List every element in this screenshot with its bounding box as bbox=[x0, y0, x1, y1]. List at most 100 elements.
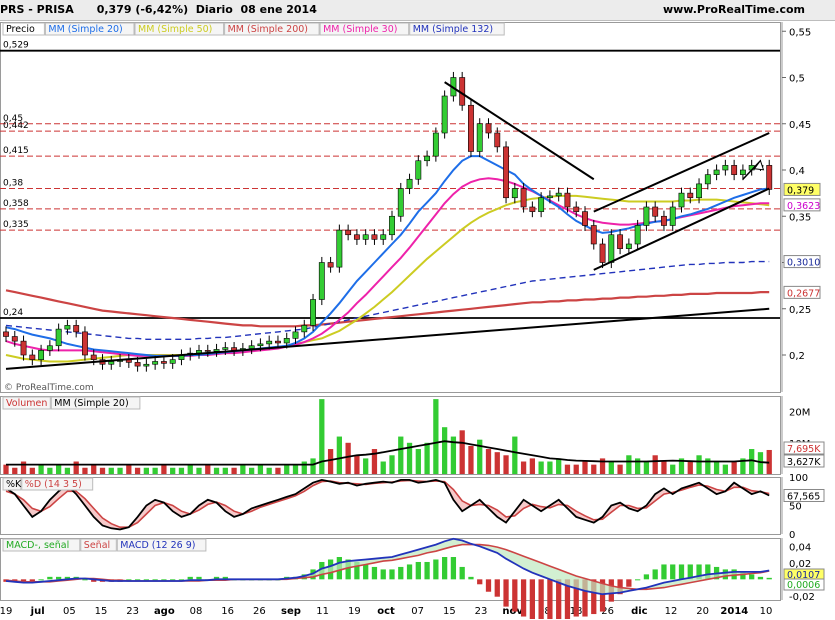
candle-body bbox=[55, 328, 62, 347]
macd-histogram-bar bbox=[415, 561, 421, 580]
volume-bar bbox=[213, 467, 220, 474]
macd-y-tick-label: 0,04 bbox=[789, 542, 811, 553]
volume-bar bbox=[626, 455, 632, 474]
candle-body bbox=[292, 331, 299, 339]
volume-bar bbox=[29, 467, 35, 474]
candle-body bbox=[555, 192, 562, 197]
candle-body bbox=[213, 349, 220, 352]
x-tick-label: 19 bbox=[0, 606, 12, 617]
macd-histogram-bar bbox=[406, 564, 413, 580]
legend-entry: MM (Simple 20) bbox=[48, 24, 122, 35]
volume-bar bbox=[564, 464, 571, 474]
volume-bar bbox=[126, 464, 132, 474]
volume-bar bbox=[117, 467, 123, 474]
volume-bar bbox=[134, 467, 141, 474]
candle-body bbox=[46, 345, 53, 351]
candle-body bbox=[38, 350, 45, 360]
level-label: 0,529 bbox=[3, 41, 29, 51]
volume-bar bbox=[389, 455, 395, 474]
candle-body bbox=[152, 361, 159, 365]
macd-y-tick-label: 0,02 bbox=[789, 559, 811, 570]
candle-body bbox=[476, 123, 483, 152]
volume-bar bbox=[556, 458, 562, 474]
candle-body bbox=[529, 206, 536, 212]
candle-body bbox=[73, 325, 80, 333]
macd-histogram-bar bbox=[459, 566, 465, 580]
volume-bar bbox=[591, 464, 597, 474]
macd-histogram-bar bbox=[643, 574, 650, 580]
candle-body bbox=[362, 234, 369, 240]
candle-body bbox=[564, 192, 571, 208]
legend-entry: %K bbox=[6, 479, 22, 490]
level-label: 0,24 bbox=[3, 308, 23, 318]
level-label: 0,442 bbox=[3, 121, 29, 131]
volume-bar bbox=[617, 464, 623, 474]
candle-body bbox=[713, 169, 720, 175]
volume-bar bbox=[731, 461, 737, 474]
candle-body bbox=[617, 234, 624, 249]
legend-entry: MM (Simple 200) bbox=[228, 24, 308, 35]
candle-body bbox=[327, 262, 334, 268]
candle-body bbox=[494, 132, 501, 148]
candle-body bbox=[20, 340, 27, 356]
volume-bar bbox=[538, 461, 544, 474]
volume-bar bbox=[661, 461, 667, 474]
macd-histogram-bar bbox=[450, 557, 457, 580]
volume-bar bbox=[275, 467, 281, 474]
candle-body bbox=[204, 350, 211, 352]
volume-bar bbox=[652, 455, 658, 474]
x-tick-label: oct bbox=[377, 606, 395, 617]
legend-entry: Señal bbox=[84, 540, 110, 551]
candle-body bbox=[678, 192, 685, 208]
volume-bar bbox=[249, 467, 255, 474]
candle-body bbox=[353, 234, 360, 240]
price-y-tick-label: 0,35 bbox=[789, 212, 811, 223]
volume-bar bbox=[380, 461, 386, 474]
candle-body bbox=[652, 206, 659, 217]
x-tick-label: 08 bbox=[190, 606, 203, 617]
volume-bar bbox=[73, 461, 79, 474]
chart-svg[interactable]: 0,550,50,450,40,350,30,250,20,5290,450,4… bbox=[0, 0, 835, 620]
macd-histogram-bar bbox=[538, 579, 544, 620]
candle-body bbox=[380, 234, 387, 240]
candle-body bbox=[722, 165, 729, 171]
candle-body bbox=[573, 206, 580, 212]
x-tick-label: 23 bbox=[475, 606, 488, 617]
x-tick-label: 2014 bbox=[720, 606, 748, 617]
candle-body bbox=[731, 165, 738, 175]
macd-histogram-bar bbox=[757, 576, 764, 580]
macd-histogram-bar bbox=[187, 576, 193, 580]
volume-bar bbox=[284, 464, 290, 474]
price-y-tick-label: 0,5 bbox=[789, 74, 805, 85]
volume-bar bbox=[687, 461, 693, 474]
candle-body bbox=[389, 215, 395, 236]
volume-bar bbox=[3, 464, 9, 474]
macd-histogram-bar bbox=[47, 576, 53, 580]
price-tag-label: 0,2677 bbox=[787, 288, 820, 299]
volume-bar bbox=[91, 464, 97, 474]
volume-bar bbox=[345, 442, 351, 474]
candle-body bbox=[634, 225, 641, 245]
volume-bar bbox=[433, 399, 439, 474]
macd-histogram-bar bbox=[468, 576, 474, 580]
stoch-tag-label: 67,565 bbox=[787, 491, 820, 502]
macd-histogram-bar bbox=[494, 579, 500, 597]
volume-bar bbox=[310, 458, 316, 474]
candle-body bbox=[590, 225, 597, 245]
candle-body bbox=[468, 104, 474, 152]
macd-histogram-bar bbox=[547, 579, 553, 620]
x-tick-label: 19 bbox=[348, 606, 361, 617]
volume-bar bbox=[187, 464, 193, 474]
macd-histogram-bar bbox=[503, 579, 509, 607]
volume-bar bbox=[240, 464, 246, 474]
macd-histogram-bar bbox=[424, 561, 430, 580]
level-label: 0,38 bbox=[3, 179, 23, 189]
stoch-y-tick-label: 50 bbox=[789, 502, 802, 513]
candle-body bbox=[318, 262, 325, 300]
volume-bar bbox=[99, 467, 106, 474]
macd-histogram-bar bbox=[670, 564, 676, 580]
volume-bar bbox=[301, 461, 307, 474]
volume-bar bbox=[424, 442, 430, 474]
legend-entry: Volumen bbox=[6, 398, 47, 409]
legend-entry: MM (Simple 20) bbox=[54, 398, 128, 409]
